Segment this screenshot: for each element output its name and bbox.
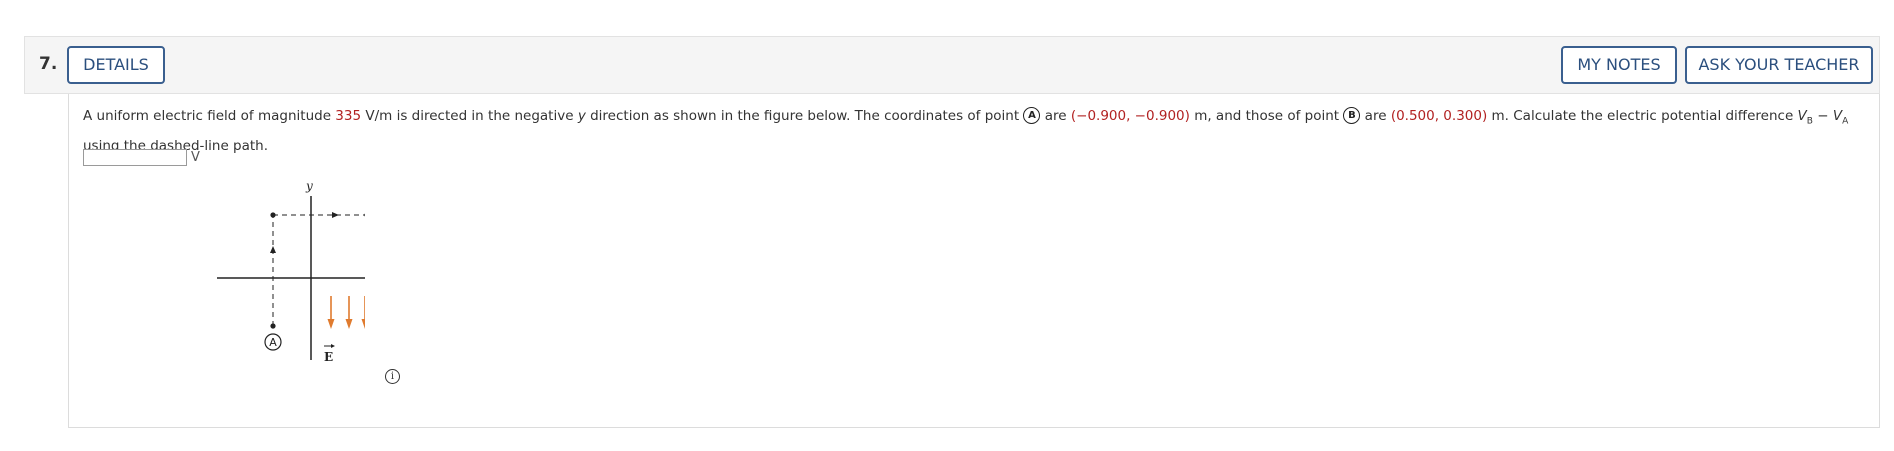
field-arrows xyxy=(327,296,365,329)
question-text: A uniform electric field of magnitude 33… xyxy=(83,104,1863,158)
y-axis-label: y xyxy=(305,179,313,193)
text-segment: m, and those of point xyxy=(1189,108,1344,124)
answer-input[interactable] xyxy=(83,149,187,166)
text-segment: m. Calculate the electric potential diff… xyxy=(1487,108,1798,124)
ask-teacher-button[interactable]: ASK YOUR TEACHER xyxy=(1685,46,1873,84)
field-diagram: x y A B E xyxy=(217,179,365,364)
field-magnitude: 335 xyxy=(335,108,362,124)
point-a-coordinates: (−0.900, −0.900) xyxy=(1070,108,1190,124)
e-vector-arrowhead xyxy=(331,344,335,348)
path-arrow-right xyxy=(332,212,339,218)
question-header: 7. DETAILS MY NOTES ASK YOUR TEACHER xyxy=(24,36,1880,94)
details-button[interactable]: DETAILS xyxy=(67,46,165,84)
text-segment: A uniform electric field of magnitude xyxy=(83,108,336,124)
answer-row: V xyxy=(83,147,200,167)
question-number: 7. xyxy=(39,54,58,74)
y-variable: y xyxy=(577,108,586,124)
question-body: A uniform electric field of magnitude 33… xyxy=(68,94,1880,428)
point-a-symbol: A xyxy=(1023,107,1041,124)
point-a-label: A xyxy=(269,336,277,349)
point-b-coordinates: (0.500, 0.300) xyxy=(1390,108,1488,124)
subscript-a: A xyxy=(1842,116,1849,127)
v-variable: V xyxy=(1797,108,1807,124)
path-arrow-up xyxy=(270,246,276,253)
my-notes-button[interactable]: MY NOTES xyxy=(1561,46,1677,84)
text-segment: direction as shown in the figure below. … xyxy=(585,108,1024,124)
info-icon[interactable]: i xyxy=(385,369,400,384)
text-segment: are xyxy=(1040,108,1071,124)
text-segment: are xyxy=(1360,108,1391,124)
point-b-symbol: B xyxy=(1343,107,1361,124)
field-arrowhead-1 xyxy=(327,319,335,329)
field-arrowhead-2 xyxy=(345,319,353,329)
v-variable: V xyxy=(1832,108,1843,124)
corner-point xyxy=(270,212,276,218)
text-segment: V/m is directed in the negative xyxy=(361,108,578,124)
point-a-dot xyxy=(270,323,276,329)
field-label: E xyxy=(324,350,333,364)
answer-unit: V xyxy=(191,150,200,165)
field-arrowhead-3 xyxy=(361,319,365,329)
point-b-dot xyxy=(364,213,365,217)
minus-sign: − xyxy=(1812,108,1833,124)
